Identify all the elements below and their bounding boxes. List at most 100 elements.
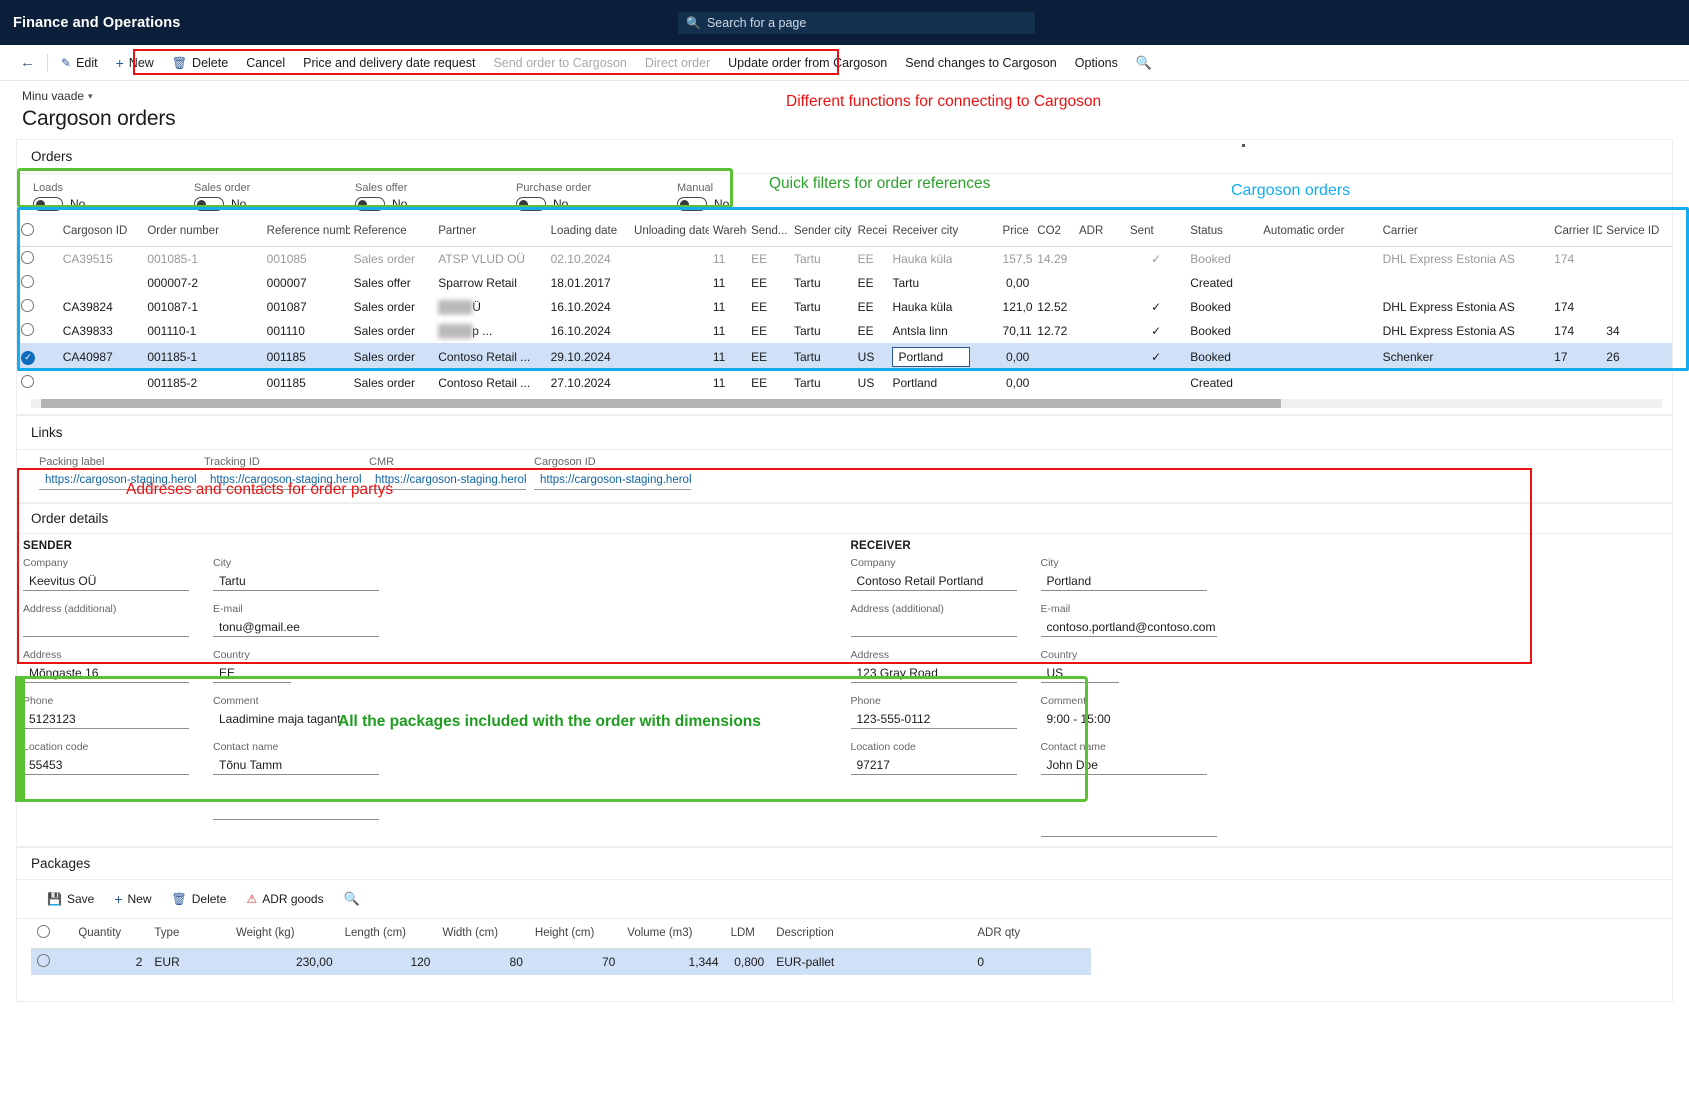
receiver-contact-name-value[interactable]: John Doe [1041, 756, 1207, 775]
col-sent[interactable]: Sent [1126, 217, 1186, 247]
receiver-company-value[interactable]: Contoso Retail Portland [851, 572, 1017, 591]
col-description[interactable]: Description [770, 919, 971, 949]
row-select-radio[interactable] [21, 251, 34, 264]
sender-comment-field[interactable]: Comment Laadimine maja tagant [213, 695, 403, 729]
table-row[interactable]: CA39824001087-1001087Sales order████Ü16.… [17, 295, 1672, 319]
sender-country-field[interactable]: Country EE [213, 649, 403, 683]
col-volume[interactable]: Volume (m3) [621, 919, 724, 949]
receiver-comment-value[interactable]: 9:00 - 15:00 [1041, 710, 1207, 729]
receiver-email-value[interactable]: contoso.portland@contoso.com [1041, 618, 1217, 637]
sender-address-field[interactable]: Address Mõngaste 16 [23, 649, 213, 683]
new-button[interactable]: + New [107, 51, 163, 75]
receiver-email-field[interactable]: E-mail contoso.portland@contoso.com [1041, 603, 1231, 637]
receiver-contact-name-field[interactable]: Contact name John Doe [1041, 741, 1231, 775]
sender-email-field[interactable]: E-mail tonu@gmail.ee [213, 603, 403, 637]
row-select-radio[interactable] [21, 299, 34, 312]
col-carrier-id[interactable]: Carrier ID [1550, 217, 1602, 247]
sender-city-value[interactable]: Tartu [213, 572, 379, 591]
table-row[interactable]: ✓CA40987001185-1001185Sales orderContoso… [17, 343, 1672, 371]
sender-contact-name-field[interactable]: Contact name Tõnu Tamm [213, 741, 403, 775]
send-changes-to-cargoson-button[interactable]: Send changes to Cargoson [896, 52, 1066, 74]
cell-receiver-city-wrap[interactable]: Antsla linn [888, 319, 998, 343]
cell-receiver-city-wrap[interactable]: Portland [888, 371, 998, 395]
price-and-delivery-date-request-button[interactable]: Price and delivery date request [294, 52, 484, 74]
sender-phone-value[interactable]: 5123123 [23, 710, 189, 729]
receiver-country-field[interactable]: Country US [1041, 649, 1231, 683]
col-receiver-city[interactable]: Receiver city [888, 217, 998, 247]
link-value[interactable]: https://cargoson-staging.herok... [534, 472, 691, 490]
row-select-cell[interactable] [17, 247, 59, 272]
col-status[interactable]: Status [1186, 217, 1259, 247]
col-receiver[interactable]: Recei... [854, 217, 889, 247]
col-adr-qty[interactable]: ADR qty [971, 919, 1091, 949]
col-type[interactable]: Type [148, 919, 230, 949]
table-row[interactable]: 001185-2001185Sales orderContoso Retail … [17, 371, 1672, 395]
col-adr[interactable]: ADR [1075, 217, 1126, 247]
sender-comment-value[interactable]: Laadimine maja tagant [213, 710, 379, 729]
sender-company-field[interactable]: Company Keevitus OÜ [23, 557, 213, 591]
cell-receiver-city-wrap[interactable]: Hauka küla [888, 247, 998, 272]
select-all-radio[interactable] [21, 223, 34, 236]
col-quantity[interactable]: Quantity [72, 919, 148, 949]
scrollbar-thumb[interactable] [41, 399, 1281, 408]
view-selector[interactable]: Minu vaade ▾ [22, 89, 93, 103]
col-warehouse[interactable]: Wareho... [709, 217, 747, 247]
receiver-address-field[interactable]: Address 123 Gray Road [851, 649, 1041, 683]
col-width[interactable]: Width (cm) [436, 919, 528, 949]
sender-phone-field[interactable]: Phone 5123123 [23, 695, 213, 729]
col-cargoson-id[interactable]: Cargoson ID [59, 217, 144, 247]
receiver-phone-field[interactable]: Phone 123-555-0112 [851, 695, 1041, 729]
col-reference-number[interactable]: Reference number [263, 217, 350, 247]
sender-location-code-value[interactable]: 55453 [23, 756, 189, 775]
col-service-id[interactable]: Service ID [1602, 217, 1672, 247]
col-sender[interactable]: Send... [747, 217, 790, 247]
row-select-cell[interactable] [17, 371, 59, 395]
select-all-radio[interactable] [37, 925, 50, 938]
row-select-cell[interactable] [17, 295, 59, 319]
cell-receiver-city-wrap[interactable]: Portland [888, 343, 998, 371]
col-ldm[interactable]: LDM [725, 919, 771, 949]
col-automatic-order[interactable]: Automatic order [1259, 217, 1378, 247]
delete-button[interactable]: 🗑 Delete [163, 52, 237, 74]
receiver-country-value[interactable]: US [1041, 664, 1119, 683]
packages-search-button[interactable]: 🔍 [336, 888, 368, 910]
orders-grid-horizontal-scrollbar[interactable] [31, 399, 1662, 408]
col-sender-city[interactable]: Sender city [790, 217, 854, 247]
table-row[interactable]: 000007-2000007Sales offerSparrow Retail1… [17, 271, 1672, 295]
col-reference[interactable]: Reference [350, 217, 435, 247]
sender-contact-name-value[interactable]: Tõnu Tamm [213, 756, 379, 775]
row-select-radio[interactable] [37, 954, 50, 967]
update-order-from-cargoson-button[interactable]: Update order from Cargoson [719, 52, 896, 74]
receiver-address-additional-field[interactable]: Address (additional) [851, 603, 1041, 637]
sender-country-value[interactable]: EE [213, 664, 291, 683]
quick-filter-toggle[interactable] [355, 197, 385, 211]
col-height[interactable]: Height (cm) [529, 919, 621, 949]
packages-delete-button[interactable]: 🗑 Delete [164, 889, 235, 909]
back-arrow-icon[interactable]: ← [12, 52, 43, 73]
col-partner[interactable]: Partner [434, 217, 546, 247]
row-select-cell[interactable] [17, 319, 59, 343]
sender-email-value[interactable]: tonu@gmail.ee [213, 618, 379, 637]
link-value[interactable]: https://cargoson-staging.herok... [369, 472, 526, 490]
col-price[interactable]: Price [999, 217, 1034, 247]
quick-filter-toggle[interactable] [33, 197, 63, 211]
sender-company-value[interactable]: Keevitus OÜ [23, 572, 189, 591]
row-select-cell[interactable] [17, 271, 59, 295]
cell-receiver-city-editing[interactable]: Portland [892, 347, 970, 367]
table-row[interactable]: CA39515001085-1001085Sales orderATSP VLU… [17, 247, 1672, 272]
packages-save-button[interactable]: 💾 Save [39, 889, 102, 909]
col-co2[interactable]: CO2 [1033, 217, 1075, 247]
action-pane-search-button[interactable]: 🔍 [1127, 51, 1161, 75]
sender-city-field[interactable]: City Tartu [213, 557, 403, 591]
global-search-input[interactable]: 🔍 Search for a page [678, 12, 1035, 34]
row-select-cell[interactable] [31, 949, 72, 976]
receiver-address-value[interactable]: 123 Gray Road [851, 664, 1017, 683]
cell-receiver-city-wrap[interactable]: Tartu [888, 271, 998, 295]
receiver-comment-field[interactable]: Comment 9:00 - 15:00 [1041, 695, 1231, 729]
receiver-location-code-field[interactable]: Location code 97217 [851, 741, 1041, 775]
receiver-company-field[interactable]: Company Contoso Retail Portland [851, 557, 1041, 591]
row-selected-radio[interactable]: ✓ [21, 351, 35, 365]
packages-new-button[interactable]: + New [106, 888, 159, 910]
receiver-city-value[interactable]: Portland [1041, 572, 1207, 591]
row-select-radio[interactable] [21, 323, 34, 336]
